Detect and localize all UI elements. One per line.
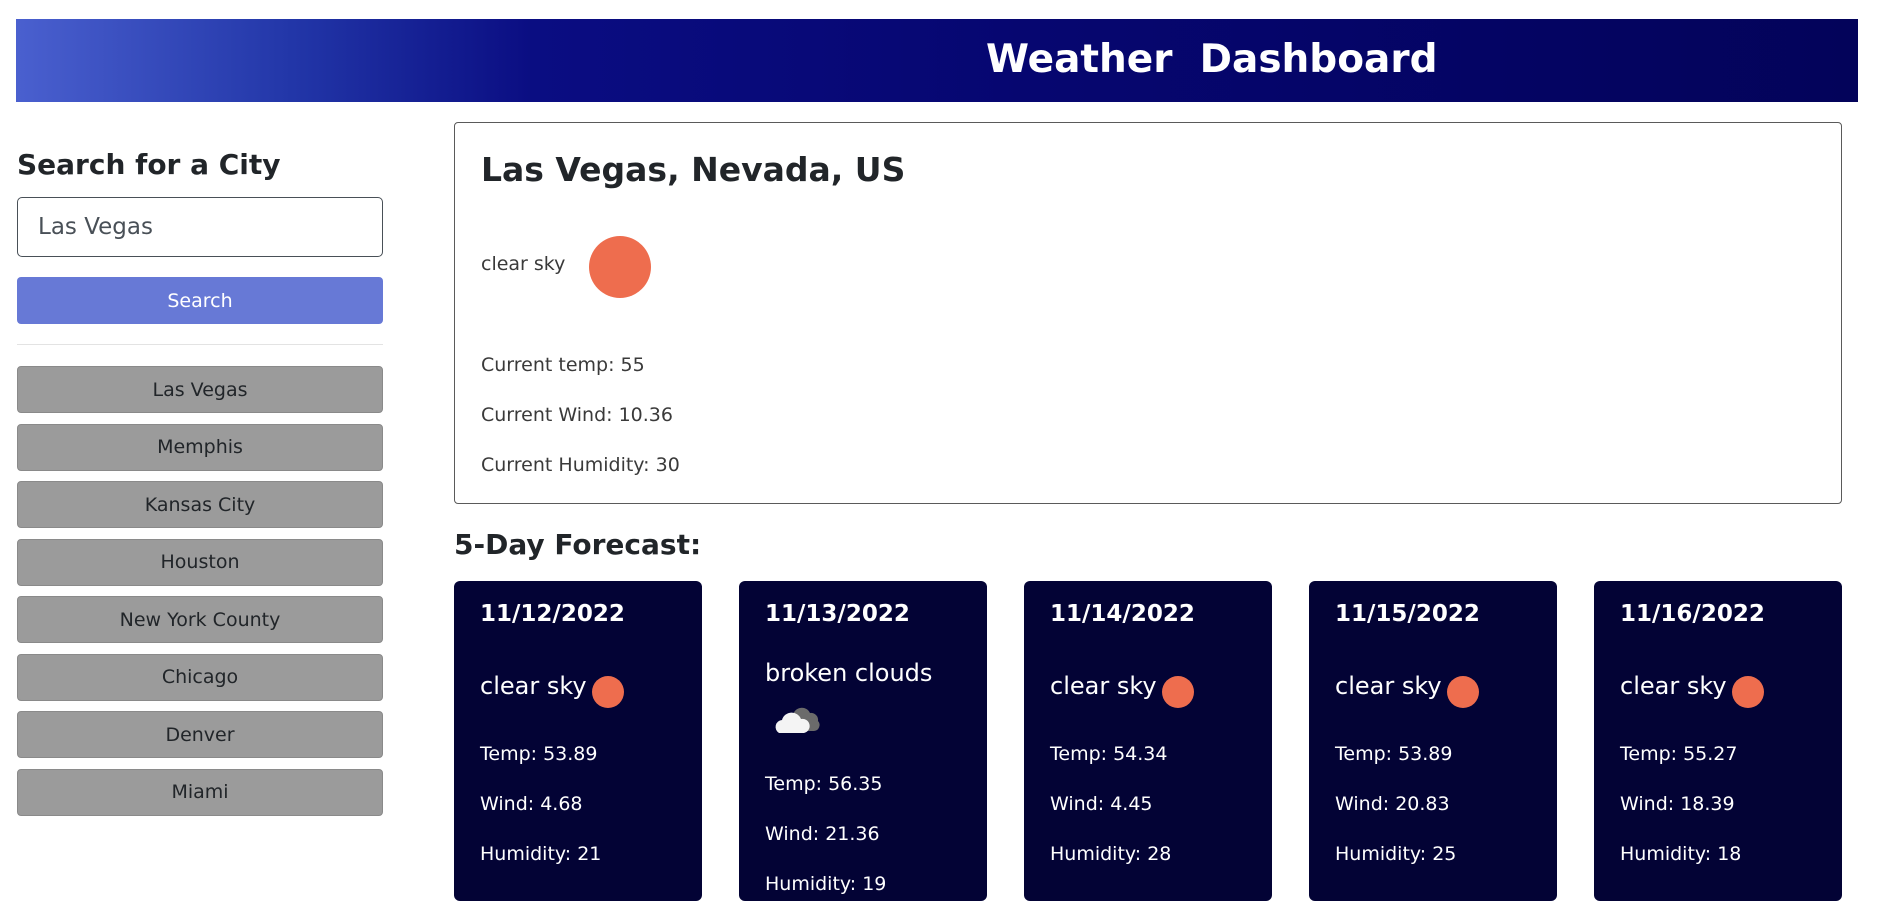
current-description: clear sky (481, 253, 566, 275)
forecast-temp: Temp: 56.35 (765, 773, 883, 795)
current-wind: Current Wind: 10.36 (481, 404, 673, 426)
forecast-wind: Wind: 4.45 (1050, 793, 1153, 815)
forecast-description: clear sky (1050, 672, 1157, 700)
forecast-wind: Wind: 4.68 (480, 793, 583, 815)
search-history: Las Vegas Memphis Kansas City Houston Ne… (17, 366, 383, 816)
forecast-humidity: Humidity: 28 (1050, 843, 1172, 865)
forecast-date: 11/13/2022 (765, 601, 910, 627)
history-button-las-vegas[interactable]: Las Vegas (17, 366, 383, 413)
forecast-wind: Wind: 21.36 (765, 823, 880, 845)
sidebar-divider (17, 344, 383, 345)
current-city-name: Las Vegas, Nevada, US (481, 150, 906, 189)
forecast-date: 11/14/2022 (1050, 601, 1195, 627)
forecast-wind: Wind: 20.83 (1335, 793, 1450, 815)
forecast-description: clear sky (1335, 672, 1442, 700)
history-button-miami[interactable]: Miami (17, 768, 383, 816)
forecast-description: broken clouds (765, 659, 933, 687)
search-heading: Search for a City (17, 148, 281, 181)
history-button-new-york-county[interactable]: New York County (17, 596, 383, 643)
search-button[interactable]: Search (17, 277, 383, 324)
sun-icon (589, 236, 651, 298)
forecast-card: 11/14/2022 clear sky Temp: 54.34 Wind: 4… (1024, 581, 1272, 901)
current-humidity: Current Humidity: 30 (481, 454, 680, 476)
cloud-icon (775, 707, 820, 733)
sun-icon (1162, 676, 1194, 708)
sidebar: Search for a City Search Las Vegas Memph… (17, 145, 383, 826)
sun-icon (592, 676, 624, 708)
forecast-humidity: Humidity: 19 (765, 873, 887, 895)
page-title: Weather Dashboard (986, 37, 1438, 82)
forecast-date: 11/16/2022 (1620, 601, 1765, 627)
current-temp: Current temp: 55 (481, 354, 645, 376)
forecast-date: 11/12/2022 (480, 601, 625, 627)
forecast-temp: Temp: 53.89 (480, 743, 598, 765)
forecast-card: 11/15/2022 clear sky Temp: 53.89 Wind: 2… (1309, 581, 1557, 901)
forecast-humidity: Humidity: 25 (1335, 843, 1457, 865)
history-button-kansas-city[interactable]: Kansas City (17, 481, 383, 528)
current-weather-card: Las Vegas, Nevada, US clear sky Current … (454, 122, 1842, 504)
forecast-temp: Temp: 53.89 (1335, 743, 1453, 765)
forecast-humidity: Humidity: 21 (480, 843, 602, 865)
sun-icon (1732, 676, 1764, 708)
history-button-denver[interactable]: Denver (17, 711, 383, 758)
history-button-chicago[interactable]: Chicago (17, 653, 383, 701)
forecast-temp: Temp: 54.34 (1050, 743, 1168, 765)
page-header: Weather Dashboard (16, 19, 1858, 102)
forecast-card: 11/13/2022 broken clouds Temp: 56.35 Win… (739, 581, 987, 901)
forecast-humidity: Humidity: 18 (1620, 843, 1742, 865)
sun-icon (1447, 676, 1479, 708)
forecast-wind: Wind: 18.39 (1620, 793, 1735, 815)
history-button-memphis[interactable]: Memphis (17, 423, 383, 471)
forecast-date: 11/15/2022 (1335, 601, 1480, 627)
history-button-houston[interactable]: Houston (17, 538, 383, 586)
forecast-card: 11/12/2022 clear sky Temp: 53.89 Wind: 4… (454, 581, 702, 901)
forecast-heading: 5-Day Forecast: (454, 528, 702, 561)
city-search-input[interactable] (17, 197, 383, 257)
forecast-card: 11/16/2022 clear sky Temp: 55.27 Wind: 1… (1594, 581, 1842, 901)
forecast-temp: Temp: 55.27 (1620, 743, 1738, 765)
forecast-description: clear sky (480, 672, 587, 700)
forecast-description: clear sky (1620, 672, 1727, 700)
